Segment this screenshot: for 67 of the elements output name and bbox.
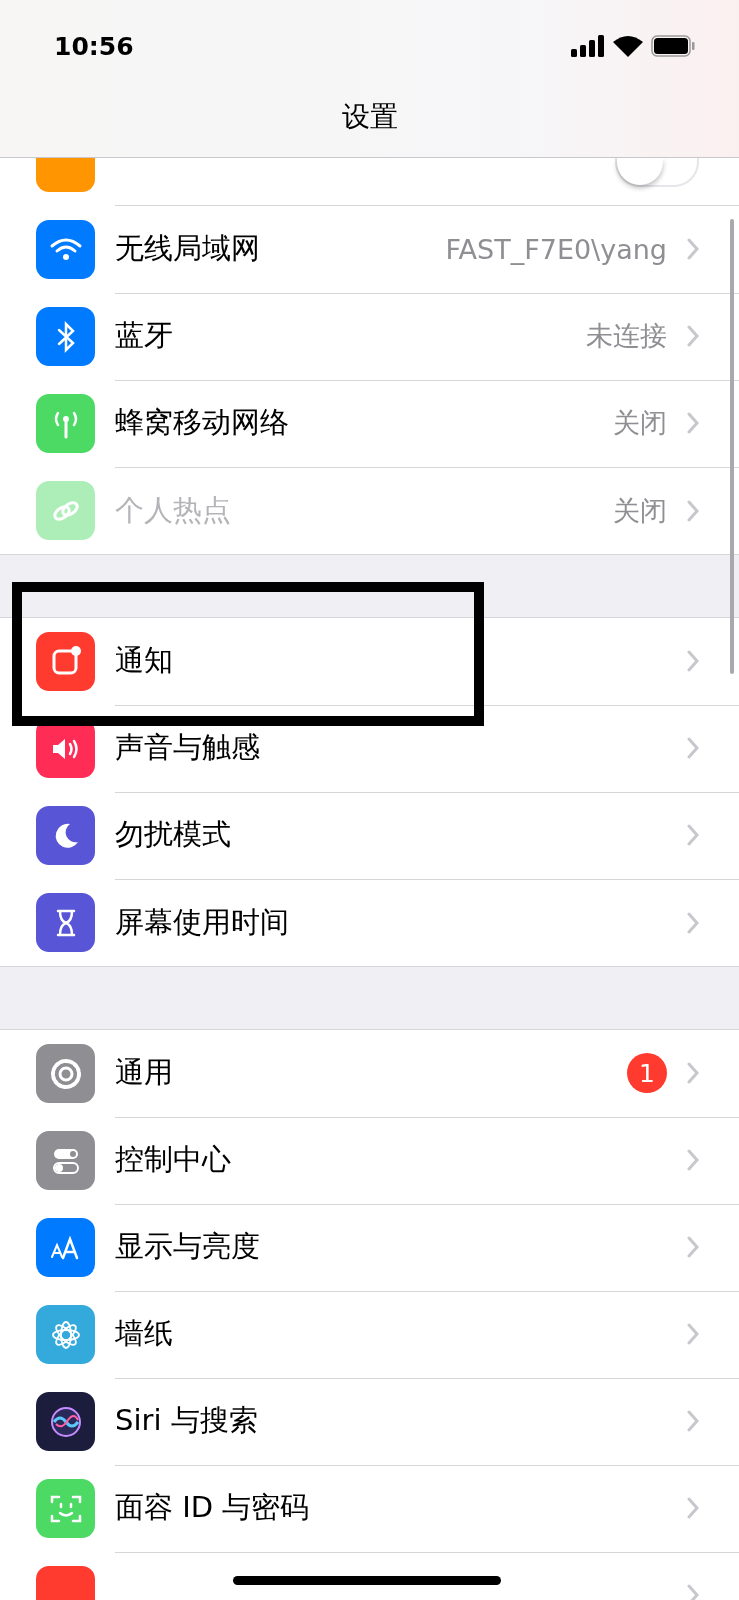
page-title: 设置: [340, 99, 399, 135]
battery-icon: [651, 35, 695, 57]
row-label: 声音与触感: [115, 729, 260, 766]
app-icon: [36, 1566, 95, 1600]
settings-row[interactable]: 通知: [0, 618, 739, 705]
row-label: 勿扰模式: [115, 816, 231, 853]
row-label: 无线局域网: [115, 230, 260, 267]
chevron-icon: [687, 650, 699, 672]
settings-row[interactable]: 蓝牙 未连接: [0, 293, 739, 380]
row-label: 通知: [115, 642, 173, 679]
row-label: 屏幕使用时间: [115, 903, 289, 941]
app-icon: [36, 158, 95, 192]
chevron-icon: [687, 238, 699, 260]
chevron-icon: [687, 499, 699, 522]
chevron-icon: [687, 911, 699, 934]
face-scan-icon: [36, 1479, 95, 1538]
row-label: 控制中心: [115, 1141, 231, 1178]
notification-badge: 1: [627, 1053, 667, 1093]
row-label: 显示与亮度: [115, 1228, 260, 1265]
row-label: 通用: [115, 1054, 173, 1091]
hourglass-icon: [36, 893, 95, 952]
chevron-icon: [687, 1149, 699, 1171]
settings-row[interactable]: Siri 与搜索: [0, 1378, 739, 1465]
orb-icon: [36, 1392, 95, 1451]
row-value: FAST_F7E0\yang: [445, 233, 667, 265]
row-label: 面容 ID 与密码: [115, 1489, 310, 1526]
chevron-icon: [687, 1584, 699, 1600]
settings-row[interactable]: 屏幕使用时间: [0, 879, 739, 966]
chevron-icon: [687, 824, 699, 846]
chevron-icon: [687, 737, 699, 759]
row-label: 墙纸: [115, 1315, 173, 1352]
chevron-icon: [687, 1236, 699, 1258]
chevron-icon: [687, 412, 699, 434]
chevron-icon: [687, 1497, 699, 1519]
settings-row[interactable]: 控制中心: [0, 1117, 739, 1204]
switches-icon: [36, 1131, 95, 1190]
flower-icon: [36, 1305, 95, 1364]
notification-icon: [36, 632, 95, 691]
settings-row[interactable]: 蜂窝移动网络 关闭: [0, 380, 739, 467]
settings-row[interactable]: 面容 ID 与密码: [0, 1465, 739, 1552]
wifi-icon: [613, 35, 643, 57]
link-icon: [36, 481, 95, 540]
row-label: 蜂窝移动网络: [115, 404, 289, 441]
moon-icon: [36, 806, 95, 865]
row-label: Siri 与搜索: [115, 1402, 258, 1439]
settings-row[interactable]: 声音与触感: [0, 705, 739, 792]
wifi-icon: [36, 220, 95, 279]
status-time: 10:56: [54, 31, 134, 61]
settings-row[interactable]: 显示与亮度: [0, 1204, 739, 1291]
text-size-icon: [36, 1218, 95, 1277]
chevron-icon: [687, 1323, 699, 1345]
settings-row[interactable]: 墙纸: [0, 1291, 739, 1378]
settings-row[interactable]: 无线局域网 FAST_F7E0\yang: [0, 206, 739, 293]
chevron-icon: [687, 325, 699, 347]
row-label: 蓝牙: [115, 317, 173, 354]
toggle-switch[interactable]: [615, 158, 699, 187]
settings-row[interactable]: 通用 1: [0, 1030, 739, 1117]
row-label: 个人热点: [115, 491, 231, 529]
signal-icon: [571, 35, 605, 57]
chevron-icon: [687, 1410, 699, 1432]
antenna-icon: [36, 394, 95, 453]
row-value: 关闭: [613, 406, 667, 440]
bluetooth-icon: [36, 307, 95, 366]
row-value: 未连接: [586, 319, 667, 353]
row-value: 关闭: [613, 493, 667, 528]
chevron-icon: [687, 1062, 699, 1084]
settings-row[interactable]: 勿扰模式: [0, 792, 739, 879]
